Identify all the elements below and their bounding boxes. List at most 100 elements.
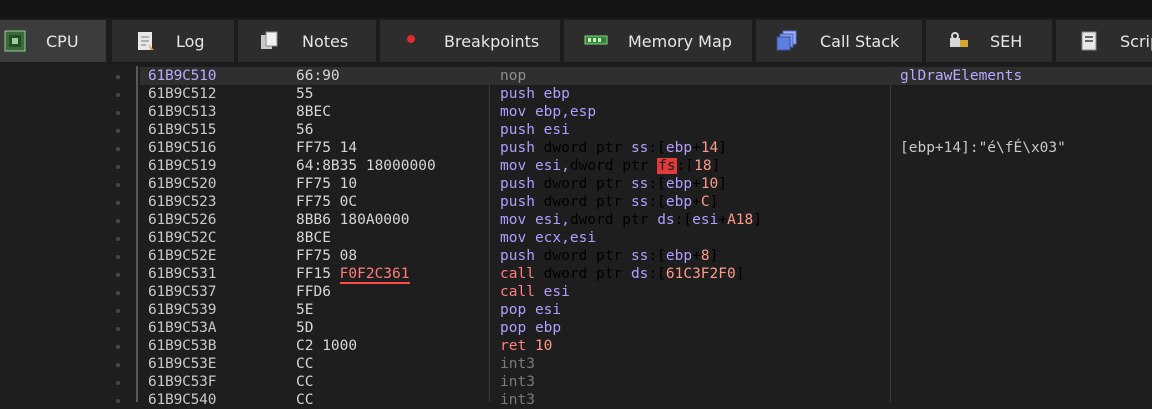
address: 61B9C516 (148, 140, 217, 156)
opcode-bytes: 56 (296, 122, 314, 138)
address: 61B9C510 (148, 68, 217, 84)
disasm-row[interactable]: 61B9C53F CC int3 (0, 373, 1152, 391)
disasm-row[interactable]: 61B9C520 FF75 10 push dword ptr ss:[ebp+10… (0, 175, 1152, 193)
address: 61B9C53F (148, 374, 217, 390)
instruction: push ebp (500, 86, 570, 102)
disasm-row[interactable]: 61B9C515 56 push esi (0, 121, 1152, 139)
disasm-row[interactable]: 61B9C519 64:8B35 18000000 mov esi,dword pt… (0, 157, 1152, 175)
opcode-bytes: FF75 14 (296, 140, 358, 156)
disasm-row[interactable]: 61B9C510 66:90 nop glDrawElements (0, 67, 1152, 85)
address: 61B9C52C (148, 230, 217, 246)
opcode-bytes: CC (296, 374, 314, 390)
address: 61B9C512 (148, 86, 217, 102)
instruction: mov ebp,esp (500, 104, 597, 120)
instruction: call dword ptr ds:[61C3F2F0] (500, 266, 745, 282)
tab-cpu[interactable]: CPU (0, 20, 106, 62)
tab-label: Notes (302, 32, 349, 51)
script-icon (1078, 30, 1100, 52)
instruction: int3 (500, 374, 535, 390)
disasm-row[interactable]: 61B9C53A 5D pop ebp (0, 319, 1152, 337)
breakpoint-gutter-dot[interactable] (116, 291, 120, 295)
disasm-row[interactable]: 61B9C539 5E pop esi (0, 301, 1152, 319)
disasm-row[interactable]: 61B9C523 FF75 0C push dword ptr ss:[ebp+C] (0, 193, 1152, 211)
opcode-bytes: CC (296, 392, 314, 408)
opcode-bytes: 8BEC (296, 104, 331, 120)
log-icon (134, 30, 156, 52)
disasm-row[interactable]: 61B9C516 FF75 14 push dword ptr ss:[ebp+14… (0, 139, 1152, 157)
breakpoint-gutter-dot[interactable] (116, 381, 120, 385)
breakpoint-gutter-dot[interactable] (116, 111, 120, 115)
breakpoint-gutter-dot[interactable] (116, 309, 120, 313)
tab-notes[interactable]: Notes (238, 20, 376, 62)
opcode-bytes: FF15 F0F2C361 (296, 266, 410, 284)
disasm-row[interactable]: 61B9C52C 8BCE mov ecx,esi (0, 229, 1152, 247)
disasm-row[interactable]: 61B9C537 FFD6 call esi (0, 283, 1152, 301)
opcode-bytes: CC (296, 356, 314, 372)
instruction: pop ebp (500, 320, 562, 336)
instruction: ret 10 (500, 338, 553, 354)
opcode-bytes: 5E (296, 302, 314, 318)
disasm-row[interactable]: 61B9C53E CC int3 (0, 355, 1152, 373)
breakpoint-gutter-dot[interactable] (116, 129, 120, 133)
address: 61B9C53A (148, 320, 217, 336)
title-strip (0, 0, 1152, 18)
breakpoint-gutter-dot[interactable] (116, 201, 120, 205)
disasm-row[interactable]: 61B9C52E FF75 08 push dword ptr ss:[ebp+8] (0, 247, 1152, 265)
breakpoint-gutter-dot[interactable] (116, 147, 120, 151)
opcode-bytes: FFD6 (296, 284, 331, 300)
tab-script[interactable]: Scrip (1056, 20, 1152, 62)
instruction: push dword ptr ss:[ebp+14] (500, 140, 728, 156)
address: 61B9C515 (148, 122, 217, 138)
breakpoint-gutter-dot[interactable] (116, 75, 120, 79)
cpu-icon (4, 30, 26, 52)
instruction: push dword ptr ss:[ebp+C] (500, 194, 719, 210)
tab-seh[interactable]: SEH (926, 20, 1052, 62)
tab-label: Log (176, 32, 205, 51)
breakpoint-gutter-dot[interactable] (116, 345, 120, 349)
instruction: pop esi (500, 302, 562, 318)
tab-memory-map[interactable]: Memory Map (564, 20, 752, 62)
disasm-row[interactable]: 61B9C526 8BB6 180A0000 mov esi,dword ptr d… (0, 211, 1152, 229)
opcode-bytes: FF75 0C (296, 194, 358, 210)
opcode-bytes: 55 (296, 86, 314, 102)
tab-label: SEH (990, 32, 1023, 51)
breakpoint-gutter-dot[interactable] (116, 399, 120, 403)
instruction: push esi (500, 122, 570, 138)
tab-label: Memory Map (628, 32, 732, 51)
tab-breakpoints[interactable]: Breakpoints (380, 20, 560, 62)
opcode-bytes: 8BCE (296, 230, 331, 246)
breakpoint-gutter-dot[interactable] (116, 165, 120, 169)
instruction: push dword ptr ss:[ebp+8] (500, 248, 719, 264)
breakpoint-gutter-dot[interactable] (116, 183, 120, 187)
tab-bar: CPU Log Notes Breakpoints Memory Map Cal… (0, 0, 1152, 66)
disasm-row[interactable]: 61B9C53B C2 1000 ret 10 (0, 337, 1152, 355)
opcode-bytes: 8BB6 180A0000 (296, 212, 410, 228)
breakpoint-gutter-dot[interactable] (116, 237, 120, 241)
address: 61B9C531 (148, 266, 217, 282)
tab-call-stack[interactable]: Call Stack (756, 20, 922, 62)
disasm-row[interactable]: 61B9C540 CC int3 (0, 391, 1152, 409)
instruction: int3 (500, 356, 535, 372)
instruction: nop (500, 68, 527, 84)
tab-log[interactable]: Log (112, 20, 234, 62)
memory-map-icon (584, 30, 608, 52)
breakpoint-gutter-dot[interactable] (116, 93, 120, 97)
instruction: call esi (500, 284, 570, 300)
opcode-bytes: 64:8B35 18000000 (296, 158, 436, 174)
address: 61B9C537 (148, 284, 217, 300)
disasm-row[interactable]: 61B9C512 55 push ebp (0, 85, 1152, 103)
breakpoint-gutter-dot[interactable] (116, 273, 120, 277)
breakpoint-gutter-dot[interactable] (116, 363, 120, 367)
disasm-row[interactable]: 61B9C513 8BEC mov ebp,esp (0, 103, 1152, 121)
instruction: mov esi,dword ptr fs:[18] (500, 158, 721, 174)
disasm-row[interactable]: 61B9C531 FF15 F0F2C361 call dword ptr ds:[… (0, 265, 1152, 284)
instruction: mov ecx,esi (500, 230, 597, 246)
disassembly-view[interactable]: 61B9C510 66:90 nop glDrawElements 61B9C512 55… (0, 66, 1152, 408)
breakpoint-gutter-dot[interactable] (116, 255, 120, 259)
breakpoint-gutter-dot[interactable] (116, 327, 120, 331)
address: 61B9C526 (148, 212, 217, 228)
breakpoint-icon (402, 30, 424, 52)
breakpoint-gutter-dot[interactable] (116, 219, 120, 223)
tab-label: Breakpoints (444, 32, 540, 51)
comment: [ebp+14]:"é\fÉ\x03" (900, 140, 1066, 156)
